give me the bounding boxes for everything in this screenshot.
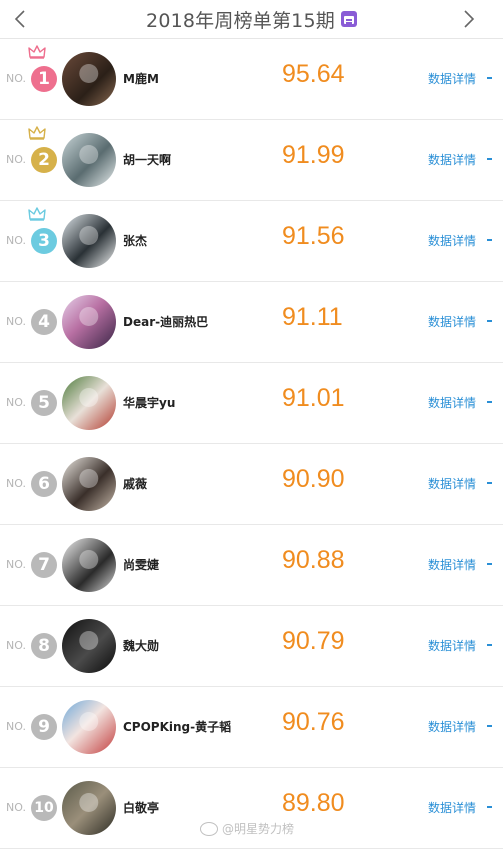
dash-icon — [487, 725, 492, 727]
ranking-row[interactable]: NO. 7 尚雯婕 90.88 数据详情 — [0, 525, 503, 606]
next-week-button[interactable] — [449, 0, 489, 38]
star-name[interactable]: 胡一天啊 — [123, 151, 171, 168]
score-value: 89.80 — [282, 789, 345, 817]
score-value: 90.90 — [282, 465, 345, 493]
rank-prefix: NO. — [6, 639, 26, 652]
avatar[interactable] — [62, 52, 116, 106]
score-value: 90.79 — [282, 627, 345, 655]
score-value: 91.01 — [282, 384, 345, 412]
dash-icon — [487, 563, 492, 565]
avatar[interactable] — [62, 133, 116, 187]
avatar[interactable] — [62, 781, 116, 835]
dash-icon — [487, 239, 492, 241]
dash-icon — [487, 158, 492, 160]
weibo-icon — [200, 821, 218, 836]
rank-badge: 1 — [31, 66, 57, 92]
calendar-icon[interactable] — [340, 11, 357, 27]
rank-prefix: NO. — [6, 801, 26, 814]
rank-badge: 10 — [31, 795, 57, 821]
avatar[interactable] — [62, 700, 116, 754]
score-value: 95.64 — [282, 60, 345, 88]
rank-prefix: NO. — [6, 234, 26, 247]
rank-prefix: NO. — [6, 720, 26, 733]
watermark-text: @明星势力榜 — [222, 822, 295, 836]
data-details-link[interactable]: 数据详情 — [428, 70, 476, 87]
watermark: @明星势力榜 — [200, 820, 294, 837]
dash-icon — [487, 806, 492, 808]
ranking-row[interactable]: NO. 3 张杰 91.56 数据详情 — [0, 201, 503, 282]
top-bar: 2018年周榜单第15期 — [0, 0, 503, 39]
avatar[interactable] — [62, 214, 116, 268]
rank-badge: 2 — [31, 147, 57, 173]
dash-icon — [487, 401, 492, 403]
rank-badge: 6 — [31, 471, 57, 497]
avatar[interactable] — [62, 619, 116, 673]
rank-prefix: NO. — [6, 153, 26, 166]
ranking-list: NO. 1 M鹿M 95.64 数据详情 NO. 2 胡一天啊 91.99 数据… — [0, 39, 503, 849]
dash-icon — [487, 482, 492, 484]
crown-icon — [28, 126, 46, 140]
score-value: 90.76 — [282, 708, 345, 736]
star-name[interactable]: 白敬亭 — [123, 799, 159, 816]
data-details-link[interactable]: 数据详情 — [428, 151, 476, 168]
ranking-row[interactable]: NO. 6 戚薇 90.90 数据详情 — [0, 444, 503, 525]
chevron-right-icon — [464, 10, 475, 28]
dash-icon — [487, 644, 492, 646]
star-name[interactable]: 尚雯婕 — [123, 556, 159, 573]
star-name[interactable]: 魏大勋 — [123, 637, 159, 654]
star-name[interactable]: CPOPKing-黄子韬 — [123, 718, 231, 735]
data-details-link[interactable]: 数据详情 — [428, 799, 476, 816]
ranking-row[interactable]: NO. 2 胡一天啊 91.99 数据详情 — [0, 120, 503, 201]
rank-prefix: NO. — [6, 558, 26, 571]
score-value: 91.99 — [282, 141, 345, 169]
ranking-row[interactable]: NO. 8 魏大勋 90.79 数据详情 — [0, 606, 503, 687]
rank-badge: 9 — [31, 714, 57, 740]
data-details-link[interactable]: 数据详情 — [428, 475, 476, 492]
data-details-link[interactable]: 数据详情 — [428, 718, 476, 735]
ranking-row[interactable]: NO. 5 华晨宇yu 91.01 数据详情 — [0, 363, 503, 444]
rank-prefix: NO. — [6, 396, 26, 409]
title-area: 2018年周榜单第15期 — [0, 0, 503, 38]
data-details-link[interactable]: 数据详情 — [428, 637, 476, 654]
star-name[interactable]: Dear-迪丽热巴 — [123, 313, 208, 330]
score-value: 91.56 — [282, 222, 345, 250]
avatar[interactable] — [62, 457, 116, 511]
data-details-link[interactable]: 数据详情 — [428, 232, 476, 249]
rank-prefix: NO. — [6, 315, 26, 328]
rank-badge: 3 — [31, 228, 57, 254]
rank-badge: 4 — [31, 309, 57, 335]
avatar[interactable] — [62, 376, 116, 430]
score-value: 90.88 — [282, 546, 345, 574]
crown-icon — [28, 45, 46, 59]
star-name[interactable]: 戚薇 — [123, 475, 147, 492]
rank-badge: 7 — [31, 552, 57, 578]
avatar[interactable] — [62, 538, 116, 592]
rank-prefix: NO. — [6, 72, 26, 85]
star-name[interactable]: 华晨宇yu — [123, 394, 175, 411]
ranking-row[interactable]: NO. 4 Dear-迪丽热巴 91.11 数据详情 — [0, 282, 503, 363]
rank-prefix: NO. — [6, 477, 26, 490]
data-details-link[interactable]: 数据详情 — [428, 394, 476, 411]
score-value: 91.11 — [282, 303, 343, 331]
data-details-link[interactable]: 数据详情 — [428, 313, 476, 330]
rank-badge: 5 — [31, 390, 57, 416]
dash-icon — [487, 320, 492, 322]
star-name[interactable]: 张杰 — [123, 232, 147, 249]
data-details-link[interactable]: 数据详情 — [428, 556, 476, 573]
avatar[interactable] — [62, 295, 116, 349]
crown-icon — [28, 207, 46, 221]
rank-badge: 8 — [31, 633, 57, 659]
ranking-row[interactable]: NO. 9 CPOPKing-黄子韬 90.76 数据详情 — [0, 687, 503, 768]
star-name[interactable]: M鹿M — [123, 70, 159, 87]
ranking-row[interactable]: NO. 1 M鹿M 95.64 数据详情 — [0, 39, 503, 120]
dash-icon — [487, 77, 492, 79]
page-title: 2018年周榜单第15期 — [146, 9, 335, 32]
